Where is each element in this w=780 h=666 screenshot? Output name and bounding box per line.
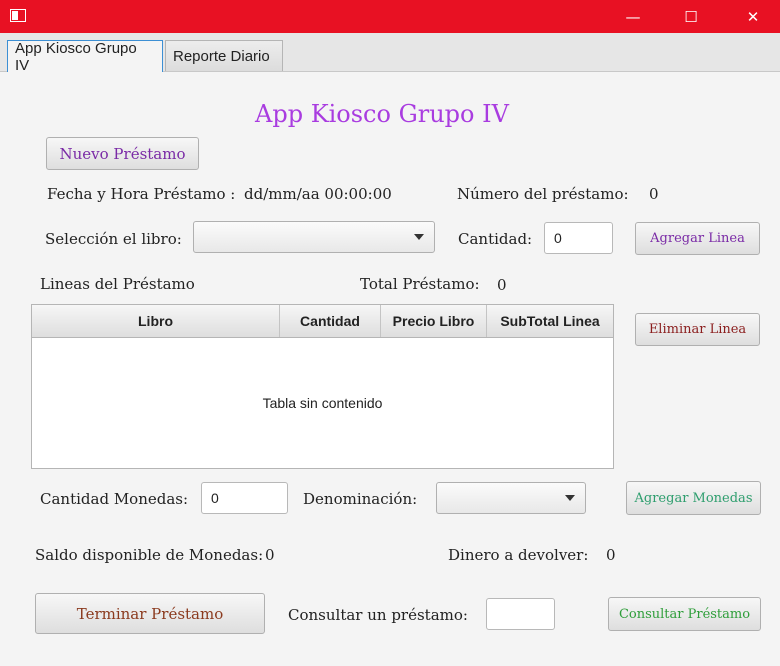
cantidad-label: Cantidad: xyxy=(458,230,533,248)
tab-reporte-diario[interactable]: Reporte Diario xyxy=(165,40,283,71)
consultar-prestamo-label: Consultar un préstamo: xyxy=(288,606,468,624)
libro-select[interactable] xyxy=(193,221,435,253)
column-header-cantidad[interactable]: Cantidad xyxy=(280,305,381,337)
column-header-libro[interactable]: Libro xyxy=(32,305,280,337)
denominacion-select[interactable] xyxy=(436,482,586,514)
app-window-icon xyxy=(10,9,26,22)
dinero-devolver-label: Dinero a devolver: xyxy=(448,546,589,564)
total-prestamo-label: Total Préstamo: xyxy=(360,275,480,293)
seleccion-libro-label: Selección el libro: xyxy=(45,230,182,248)
cantidad-input[interactable]: 0 xyxy=(544,222,613,254)
column-header-precio[interactable]: Precio Libro xyxy=(381,305,487,337)
cantidad-monedas-input[interactable]: 0 xyxy=(201,482,288,514)
window-titlebar xyxy=(0,0,780,33)
chevron-down-icon xyxy=(414,234,424,240)
saldo-monedas-value: 0 xyxy=(265,546,275,564)
saldo-monedas-label: Saldo disponible de Monedas: xyxy=(35,546,264,564)
fecha-label: Fecha y Hora Préstamo : xyxy=(47,185,236,203)
tab-app-kiosco[interactable]: App Kiosco Grupo IV xyxy=(7,40,163,74)
consultar-prestamo-button[interactable]: Consultar Préstamo xyxy=(608,597,761,631)
dinero-devolver-value: 0 xyxy=(606,546,616,564)
fecha-value: dd/mm/aa 00:00:00 xyxy=(244,185,392,203)
close-button[interactable]: ✕ xyxy=(730,0,776,33)
agregar-linea-button[interactable]: Agregar Linea xyxy=(635,222,760,255)
numero-prestamo-value: 0 xyxy=(649,185,659,203)
table-header: Libro Cantidad Precio Libro SubTotal Lin… xyxy=(32,305,613,338)
lineas-table[interactable]: Libro Cantidad Precio Libro SubTotal Lin… xyxy=(31,304,614,469)
lineas-prestamo-label: Lineas del Préstamo xyxy=(40,275,195,293)
terminar-prestamo-button[interactable]: Terminar Préstamo xyxy=(35,593,265,634)
nuevo-prestamo-button[interactable]: Nuevo Préstamo xyxy=(46,137,199,170)
total-prestamo-value: 0 xyxy=(497,276,507,294)
numero-prestamo-label: Número del préstamo: xyxy=(457,185,629,203)
column-header-subtotal[interactable]: SubTotal Linea xyxy=(487,305,613,337)
cantidad-monedas-label: Cantidad Monedas: xyxy=(40,490,189,508)
chevron-down-icon xyxy=(565,495,575,501)
minimize-button[interactable]: — xyxy=(610,0,656,33)
consultar-prestamo-input[interactable] xyxy=(486,598,555,630)
table-empty-message: Tabla sin contenido xyxy=(262,394,383,411)
page-title: App Kiosco Grupo IV xyxy=(255,100,509,128)
denominacion-label: Denominación: xyxy=(303,490,418,508)
agregar-monedas-button[interactable]: Agregar Monedas xyxy=(626,481,761,515)
maximize-button[interactable]: ☐ xyxy=(668,0,714,33)
eliminar-linea-button[interactable]: Eliminar Linea xyxy=(635,313,760,346)
